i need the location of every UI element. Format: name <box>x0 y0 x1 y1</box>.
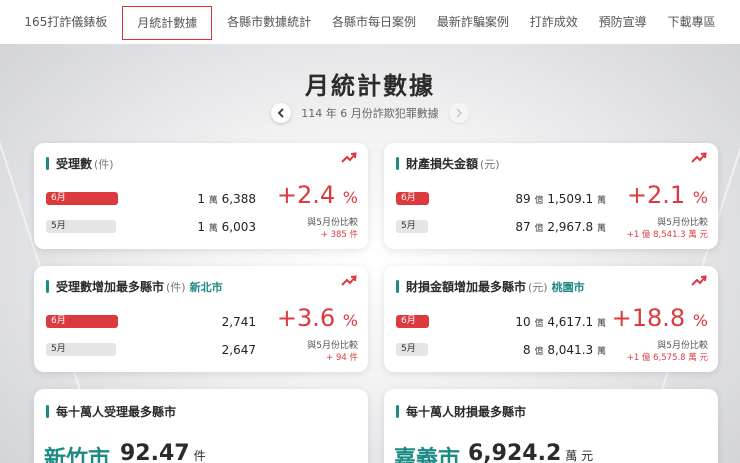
card-loss: 財產損失金額 (元) 6月 5月 89 億 1,509.1 萬 87 億 2,9… <box>384 143 718 249</box>
card-cases-city: 受理數增加最多縣市 (件) 新北市 6月 5月 2,741 2,647 +3.6… <box>34 266 368 372</box>
bar-current: 6月 <box>396 192 429 205</box>
bar-previous: 5月 <box>396 343 428 356</box>
value-previous: 8 億 8,041.3 萬 <box>523 343 606 357</box>
trending-up-icon[interactable] <box>690 151 708 165</box>
top-city: 嘉義市 <box>394 447 461 463</box>
card-title: 財損金額增加最多縣市 (元) 桃園市 <box>396 278 585 295</box>
title-mark <box>396 157 399 170</box>
card-unit: (件) <box>166 280 186 294</box>
card-title-text: 每十萬人受理最多縣市 <box>56 405 177 419</box>
value-previous: 1 萬 6,003 <box>197 220 256 234</box>
card-title: 受理數增加最多縣市 (件) 新北市 <box>46 278 223 295</box>
compare-label: 與5月份比較 <box>307 218 358 228</box>
card-unit: (元) <box>480 157 500 171</box>
bar-previous: 5月 <box>396 220 428 233</box>
bar-label: 6月 <box>51 193 66 203</box>
diff-value: +1 億 6,575.8 萬 元 <box>626 353 708 363</box>
bar-previous: 5月 <box>46 343 116 356</box>
bar-label: 6月 <box>401 193 416 203</box>
nav-downloads[interactable]: 下載專區 <box>661 9 721 35</box>
title-mark <box>396 405 399 418</box>
title-mark <box>396 280 399 293</box>
value-previous: 2,647 <box>221 343 256 357</box>
month-selector: 114 年 6 月份詐欺犯罪數據 <box>0 103 740 123</box>
card-title: 每十萬人財損最多縣市 <box>396 403 526 420</box>
value-current: 89 億 1,509.1 萬 <box>515 192 606 206</box>
top-city: 新竹市 <box>44 447 111 463</box>
card-cases: 受理數 (件) 6月 5月 1 萬 6,388 1 萬 6,003 +2.4 %… <box>34 143 368 249</box>
diff-value: +1 億 8,541.3 萬 元 <box>626 230 708 240</box>
bar-current: 6月 <box>396 315 429 328</box>
compare-label: 與5月份比較 <box>657 341 708 351</box>
trending-up-icon[interactable] <box>340 151 358 165</box>
bar-label: 6月 <box>51 316 66 326</box>
nav-latest-cases[interactable]: 最新詐騙案例 <box>431 9 515 35</box>
percent-change: +18.8 % <box>611 304 708 332</box>
bar-label: 5月 <box>51 344 66 354</box>
bar-label: 5月 <box>51 221 66 231</box>
card-title-text: 受理數增加最多縣市 <box>56 280 165 294</box>
nav-dashboard[interactable]: 165打詐儀錶板 <box>18 9 113 35</box>
percent-change: +2.4 % <box>276 181 358 209</box>
chevron-left-icon <box>277 108 284 118</box>
card-title-text: 財產損失金額 <box>406 157 479 171</box>
city-name: 新北市 <box>189 280 223 294</box>
value-current: 1 萬 6,388 <box>197 192 256 206</box>
city-name: 桃園市 <box>551 280 585 294</box>
top-nav: 165打詐儀錶板 月統計數據 各縣市數據統計 各縣市每日案例 最新詐騙案例 打詐… <box>0 0 740 44</box>
prev-month-button[interactable] <box>271 103 292 123</box>
card-per-capita-loss: 每十萬人財損最多縣市 嘉義市 6,924.2 萬 元 <box>384 389 718 463</box>
nav-monthly-stats[interactable]: 月統計數據 <box>122 6 213 40</box>
card-unit: (元) <box>528 280 548 294</box>
value-current: 10 億 4,617.1 萬 <box>515 315 606 329</box>
card-per-capita-cases: 每十萬人受理最多縣市 新竹市 92.47 件 <box>34 389 368 463</box>
compare-label: 與5月份比較 <box>657 218 708 228</box>
page-title: 月統計數據 <box>305 72 435 100</box>
compare-label: 與5月份比較 <box>307 341 358 351</box>
value-current: 2,741 <box>221 315 256 329</box>
trending-up-icon[interactable] <box>690 274 708 288</box>
bar-label: 6月 <box>401 316 416 326</box>
top-value: 6,924.2 萬 元 <box>468 441 594 463</box>
bar-label: 5月 <box>401 344 416 354</box>
card-title: 受理數 (件) <box>46 155 114 172</box>
chevron-right-icon <box>456 108 463 118</box>
bar-current: 6月 <box>46 315 118 328</box>
card-title-text: 財損金額增加最多縣市 <box>406 280 527 294</box>
value-previous: 87 億 2,967.8 萬 <box>515 220 606 234</box>
nav-prevention[interactable]: 預防宣導 <box>593 9 653 35</box>
percent-change: +3.6 % <box>276 304 358 332</box>
card-title: 財產損失金額 (元) <box>396 155 500 172</box>
title-mark <box>46 157 49 170</box>
card-unit: (件) <box>94 157 114 171</box>
nav-county-daily[interactable]: 各縣市每日案例 <box>326 9 422 35</box>
trending-up-icon[interactable] <box>340 274 358 288</box>
bar-current: 6月 <box>46 192 118 205</box>
next-month-button[interactable] <box>448 103 469 123</box>
percent-change: +2.1 % <box>626 181 708 209</box>
diff-value: + 385 件 <box>320 230 358 240</box>
card-title: 每十萬人受理最多縣市 <box>46 403 176 420</box>
top-value: 92.47 件 <box>120 441 206 463</box>
diff-value: + 94 件 <box>326 353 358 363</box>
nav-results[interactable]: 打詐成效 <box>524 9 584 35</box>
card-loss-city: 財損金額增加最多縣市 (元) 桃園市 6月 5月 10 億 4,617.1 萬 … <box>384 266 718 372</box>
bar-previous: 5月 <box>46 220 116 233</box>
title-mark <box>46 405 49 418</box>
month-label: 114 年 6 月份詐欺犯罪數據 <box>301 107 439 120</box>
bar-label: 5月 <box>401 221 416 231</box>
title-mark <box>46 280 49 293</box>
nav-county-stats[interactable]: 各縣市數據統計 <box>221 9 317 35</box>
card-title-text: 每十萬人財損最多縣市 <box>406 405 527 419</box>
card-title-text: 受理數 <box>56 157 93 171</box>
